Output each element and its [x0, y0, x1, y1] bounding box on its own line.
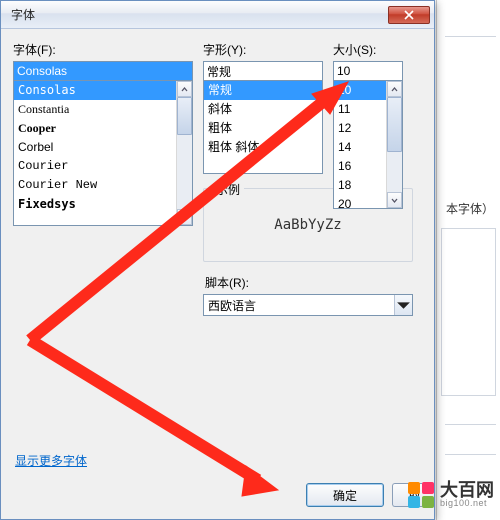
scroll-down-button[interactable] — [387, 192, 402, 208]
style-listbox[interactable]: 常规斜体粗体粗体 斜体 — [203, 81, 323, 174]
list-item[interactable]: Corbel — [14, 138, 176, 157]
font-input[interactable] — [13, 61, 193, 81]
list-item[interactable]: 18 — [334, 176, 386, 195]
scroll-up-button[interactable] — [387, 81, 402, 97]
list-item[interactable]: 16 — [334, 157, 386, 176]
ok-button[interactable]: 确定 — [306, 483, 384, 507]
font-listbox[interactable]: ConsolasConstantiaCooperCorbelCourierCou… — [13, 81, 193, 226]
cancel-button-partial[interactable]: 取 — [392, 483, 422, 507]
list-item[interactable]: Courier New — [14, 176, 176, 195]
font-dialog: 字体 字体(F): ConsolasConstantiaCooperCorbel… — [0, 0, 435, 520]
size-listbox[interactable]: 10111214161820 — [333, 81, 403, 209]
font-label: 字体(F): — [13, 41, 193, 58]
font-scrollbar[interactable] — [176, 81, 192, 225]
list-item[interactable]: 12 — [334, 119, 386, 138]
titlebar: 字体 — [1, 1, 434, 29]
scroll-up-button[interactable] — [177, 81, 192, 97]
chevron-down-icon — [391, 197, 398, 204]
size-scrollbar[interactable] — [386, 81, 402, 208]
list-item[interactable]: 10 — [334, 81, 386, 100]
close-button[interactable] — [388, 6, 430, 24]
behind-text: 本字体） — [446, 200, 494, 217]
style-label: 字形(Y): — [203, 41, 323, 58]
chevron-up-icon — [391, 86, 398, 93]
size-label: 大小(S): — [333, 41, 403, 58]
list-item[interactable]: 20 — [334, 195, 386, 208]
size-input[interactable] — [333, 61, 403, 81]
list-item[interactable]: 粗体 — [204, 119, 322, 138]
script-label: 脚本(R): — [205, 274, 323, 291]
list-item[interactable]: Fixedsys — [14, 195, 176, 214]
chevron-down-icon — [181, 214, 188, 221]
scroll-down-button[interactable] — [177, 209, 192, 225]
chevron-up-icon — [181, 86, 188, 93]
list-item[interactable]: 斜体 — [204, 100, 322, 119]
list-item[interactable]: Courier — [14, 157, 176, 176]
list-item[interactable]: 11 — [334, 100, 386, 119]
list-item[interactable]: 14 — [334, 138, 386, 157]
dialog-title: 字体 — [11, 6, 388, 23]
list-item[interactable]: 常规 — [204, 81, 322, 100]
list-item[interactable]: Cooper — [14, 119, 176, 138]
more-fonts-link[interactable]: 显示更多字体 — [15, 452, 87, 469]
list-item[interactable]: 粗体 斜体 — [204, 138, 322, 157]
sample-legend: 示例 — [212, 181, 244, 198]
list-item[interactable]: Constantia — [14, 100, 176, 119]
close-icon — [404, 10, 414, 20]
background-panel: 本字体） — [436, 0, 500, 520]
list-item[interactable]: Consolas — [14, 81, 176, 100]
style-input[interactable] — [203, 61, 323, 81]
